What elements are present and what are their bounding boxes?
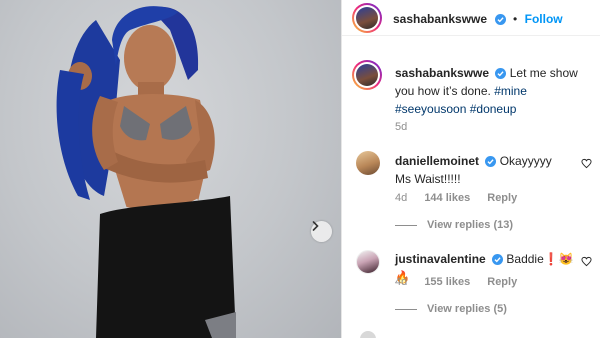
reply-button[interactable]: Reply [487,192,517,204]
comment-meta: 4d 155 likes Reply [395,276,531,288]
photo-illustration [56,6,236,338]
caption-age: 5d [395,121,408,133]
post-caption: sashabankswwe Let me show you how it’s d… [395,64,595,118]
view-replies-button[interactable]: View replies (5) [395,303,507,315]
comment-username[interactable]: justinavalentine [395,252,486,266]
header-separator: • [512,12,518,26]
comment-likes[interactable]: 155 likes [424,276,470,288]
hashtag-link[interactable]: #seeyousoon [395,102,466,116]
author-avatar[interactable] [352,3,382,33]
heart-outline-icon[interactable] [581,256,592,267]
verified-badge-icon [492,254,504,265]
hashtag-link[interactable]: #mine [494,84,527,98]
chevron-right-icon [312,221,319,231]
post-header: sashabankswwe • Follow [342,0,600,36]
view-replies-label: View replies (5) [427,303,507,315]
follow-button[interactable]: Follow [525,12,563,26]
comment-age: 4d [395,192,408,204]
hashtag-link[interactable]: #doneup [470,102,517,116]
verified-badge-icon [485,156,497,167]
post-sidebar: sashabankswwe • Follow sashabankswwe Let… [341,0,600,338]
next-photo-button[interactable] [311,221,332,242]
caption-username[interactable]: sashabankswwe [395,66,489,80]
reply-button[interactable]: Reply [487,276,517,288]
replies-divider [395,308,417,310]
comment: daniellemoinet Okayyyyy Ms Waist!!!!! [395,152,570,188]
view-replies-label: View replies (13) [427,219,514,231]
replies-divider [395,224,417,226]
verified-badge-icon [494,14,506,25]
commenter-avatar[interactable] [356,151,380,175]
post-photo [0,0,341,338]
comment-age: 4d [395,276,408,288]
commenter-avatar[interactable] [356,250,380,274]
comment-meta: 4d 144 likes Reply [395,192,531,204]
caption-avatar[interactable] [352,60,382,90]
commenter-avatar[interactable] [360,331,376,338]
comment-likes[interactable]: 144 likes [424,192,470,204]
view-replies-button[interactable]: View replies (13) [395,219,513,231]
author-username[interactable]: sashabankswwe [393,12,487,26]
comment-username[interactable]: daniellemoinet [395,154,479,168]
verified-badge-icon [495,68,507,79]
heart-outline-icon[interactable] [581,158,592,169]
